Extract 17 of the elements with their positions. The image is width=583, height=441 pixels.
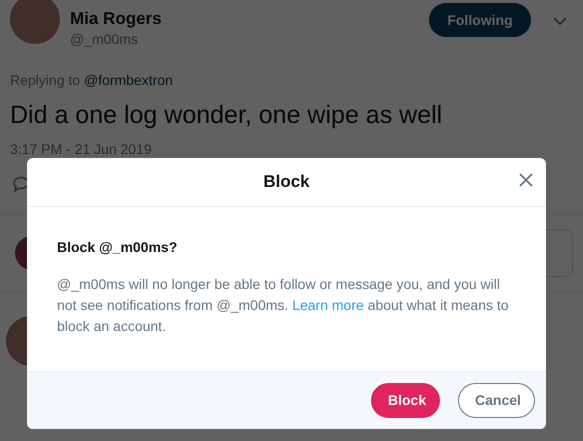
block-button[interactable]: Block <box>371 383 440 418</box>
replying-to-line: Replying to @formbextron <box>10 71 174 90</box>
tweet-timestamp: 3:17 PM - 21 Jun 2019 <box>10 140 153 159</box>
dialog-message: @_m00ms will no longer be able to follow or message you, and you will not see notifications from @_m00ms. Learn more about what it means to block an account. <box>57 275 510 336</box>
learn-more-link[interactable]: Learn more <box>292 297 364 313</box>
mention-link[interactable]: @formbextron <box>84 72 173 88</box>
author-handle: @_m00ms <box>70 30 139 49</box>
reply-icon[interactable] <box>12 176 30 192</box>
chevron-down-icon[interactable] <box>553 17 567 26</box>
avatar-photo <box>10 0 60 44</box>
tweet-text: Did a one log wonder, one wipe as well <box>10 100 444 131</box>
dialog-heading: Block @_m00ms? <box>57 238 178 257</box>
following-button[interactable]: Following <box>429 3 531 37</box>
author-name: Mia Rogers <box>70 9 163 29</box>
dialog-title: Block <box>263 171 310 194</box>
close-icon <box>518 172 534 188</box>
cancel-button[interactable]: Cancel <box>458 383 535 418</box>
